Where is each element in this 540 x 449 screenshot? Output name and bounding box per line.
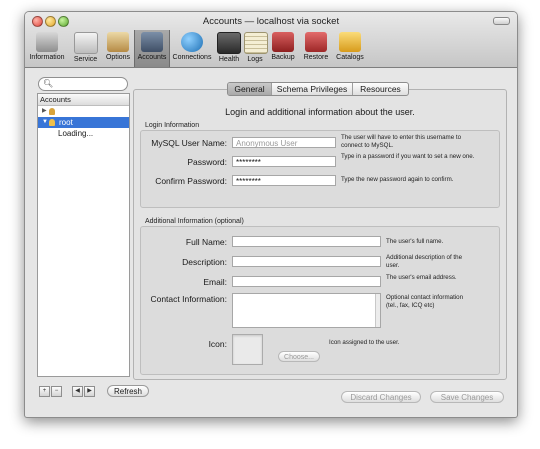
user-icon-well[interactable] (232, 334, 263, 365)
contact-scrollbar[interactable] (375, 294, 380, 327)
panel-title: Login and additional information about t… (225, 107, 415, 117)
toolbar-item-logs[interactable]: Logs (244, 32, 268, 66)
refresh-button[interactable]: Refresh (107, 385, 149, 397)
user-icon (49, 119, 55, 126)
additional-group-label: Additional Information (optional) (145, 218, 244, 225)
toolbar-item-backup[interactable]: Backup (269, 32, 297, 66)
confirm-password-label: Confirm Password: (155, 176, 227, 186)
title-bar: Accounts — localhost via socket Informat… (25, 12, 517, 68)
login-group-label: Login Information (145, 122, 200, 129)
contact-textarea[interactable] (232, 293, 381, 328)
username-hint: The user will have to enter this usernam… (341, 134, 462, 149)
username-field[interactable]: Anonymous User (232, 137, 336, 148)
additional-group: Additional Information (optional) Full N… (140, 218, 500, 375)
general-panel: Login and additional information about t… (133, 89, 507, 380)
add-user-button[interactable]: + (39, 386, 50, 397)
email-label: Email: (203, 277, 227, 287)
tab-schema-privileges[interactable]: Schema Privileges (271, 83, 352, 95)
toolbar-item-service[interactable]: Service (70, 32, 101, 66)
icon-label: Icon: (208, 339, 227, 349)
email-field[interactable] (232, 276, 381, 287)
tab-general[interactable]: General (228, 83, 271, 95)
toolbar-item-connections[interactable]: Connections (170, 32, 214, 66)
health-icon (217, 32, 241, 54)
tab-resources[interactable]: Resources (352, 83, 408, 95)
accounts-tree[interactable]: Accounts ▶ ▼ root Loading... (37, 93, 130, 377)
toolbar-item-options[interactable]: Options (103, 32, 133, 66)
search-icon: 🔍︎ (43, 79, 54, 88)
username-label: MySQL User Name: (151, 138, 227, 148)
information-icon (36, 32, 58, 52)
options-icon (107, 32, 129, 52)
toolbar-item-accounts[interactable]: Accounts (134, 30, 170, 67)
tree-row-loading: Loading... (58, 129, 94, 138)
search-field[interactable]: 🔍︎ (38, 77, 128, 91)
user-icon (49, 108, 55, 115)
remove-user-button[interactable]: − (51, 386, 62, 397)
accounts-icon (141, 32, 163, 52)
full-name-label: Full Name: (185, 237, 227, 247)
confirm-password-field[interactable]: ******** (232, 175, 336, 186)
tab-bar: General Schema Privileges Resources (227, 82, 409, 96)
password-hint: Type in a password if you want to set a … (341, 153, 475, 160)
restore-icon (305, 32, 327, 52)
tree-row-anonymous[interactable]: ▶ (38, 106, 129, 117)
email-hint: The user's email address. (386, 274, 457, 281)
description-label: Description: (182, 257, 227, 267)
choose-icon-button[interactable]: Choose... (278, 351, 320, 362)
tree-row-root[interactable]: ▼ root (38, 117, 129, 128)
toolbar-item-health[interactable]: Health (216, 32, 242, 66)
backup-icon (272, 32, 294, 52)
toolbar-item-restore[interactable]: Restore (301, 32, 331, 66)
contact-label: Contact Information: (150, 294, 227, 304)
tree-header: Accounts (38, 94, 129, 106)
icon-hint: Icon assigned to the user. (329, 339, 400, 346)
app-window: Accounts — localhost via socket Informat… (24, 11, 518, 418)
save-changes-button[interactable]: Save Changes (430, 391, 504, 403)
full-name-hint: The user's full name. (386, 238, 444, 245)
toolbar-item-information[interactable]: Information (27, 32, 67, 66)
confirm-password-hint: Type the new password again to confirm. (341, 176, 454, 183)
description-field[interactable] (232, 256, 381, 267)
password-field[interactable]: ******** (232, 156, 336, 167)
password-label: Password: (187, 157, 227, 167)
logs-icon (244, 32, 268, 54)
toolbar-toggle-button[interactable] (493, 17, 510, 25)
connections-icon (181, 32, 203, 52)
add-host-button[interactable]: ◀ (72, 386, 83, 397)
contact-hint: Optional contact information (tel., fax,… (386, 294, 464, 309)
content-area: 🔍︎ Accounts ▶ ▼ root Loading... Login an… (25, 68, 517, 417)
remove-host-button[interactable]: ▶ (84, 386, 95, 397)
full-name-field[interactable] (232, 236, 381, 247)
description-hint: Additional description of the user. (386, 254, 463, 269)
window-title: Accounts — localhost via socket (202, 16, 340, 27)
catalogs-icon (339, 32, 361, 52)
toolbar-item-catalogs[interactable]: Catalogs (333, 32, 367, 66)
disclosure-triangle-icon[interactable]: ▶ (42, 106, 47, 117)
service-icon (73, 32, 98, 54)
login-group: Login Information MySQL User Name: Anony… (140, 122, 500, 208)
discard-changes-button[interactable]: Discard Changes (341, 391, 421, 403)
disclosure-triangle-icon[interactable]: ▼ (42, 117, 48, 128)
